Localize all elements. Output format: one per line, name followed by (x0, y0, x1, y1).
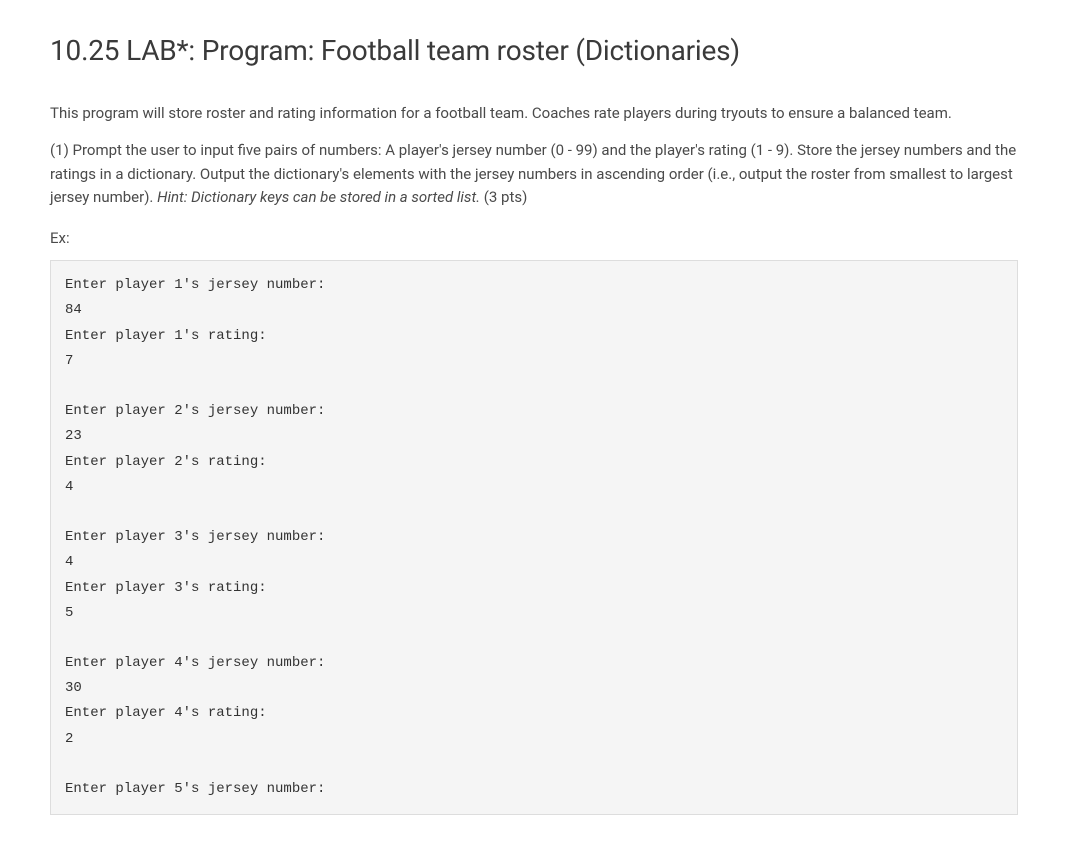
intro-paragraph: This program will store roster and ratin… (50, 102, 1018, 125)
step1-paragraph: (1) Prompt the user to input five pairs … (50, 139, 1018, 209)
page-title: 10.25 LAB*: Program: Football team roste… (50, 30, 1018, 72)
code-example-block: Enter player 1's jersey number: 84 Enter… (50, 260, 1018, 815)
hint-text: Hint: Dictionary keys can be stored in a… (157, 188, 480, 206)
example-label: Ex: (50, 227, 1018, 250)
points-text: (3 pts) (480, 188, 527, 206)
